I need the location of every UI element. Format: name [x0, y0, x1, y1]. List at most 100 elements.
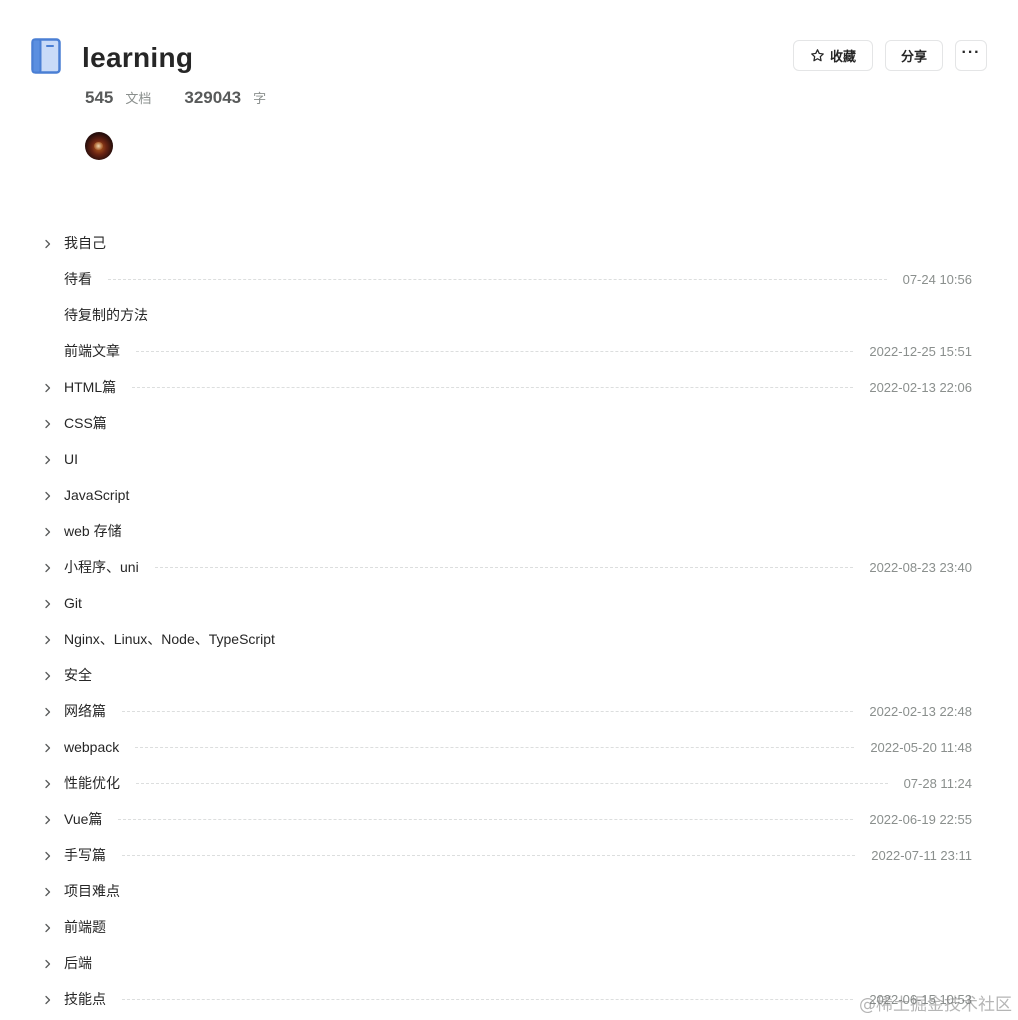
chevron-right-icon[interactable] [43, 489, 53, 501]
tree-item[interactable]: 网络篇 2022-02-13 22:48 [0, 693, 1018, 729]
dotted-leader [136, 350, 854, 352]
tree-item-label: webpack [64, 739, 120, 755]
collect-label: 收藏 [829, 49, 856, 64]
tree-item-content: UI [64, 441, 972, 477]
tree-item-content: Git [64, 585, 972, 621]
chevron-right-icon[interactable] [43, 957, 53, 969]
more-horizontal-icon: ··· [961, 43, 981, 61]
tree-item-label: 项目难点 [64, 883, 120, 899]
tree-item-content: 安全 [64, 657, 972, 693]
chevron-right-icon[interactable] [43, 381, 53, 393]
tree-item-content: 后端 [64, 945, 972, 981]
tree-item-content: 手写篇 2022-07-11 23:11 [64, 837, 972, 873]
chevron-right-icon[interactable] [43, 597, 53, 609]
tree-item-content: HTML篇 2022-02-13 22:06 [64, 369, 972, 405]
tree-item[interactable]: 性能优化 07-28 11:24 [0, 765, 1018, 801]
tree-item-content: Vue篇 2022-06-19 22:55 [64, 801, 972, 837]
book-icon [31, 38, 61, 74]
star-outline-icon [810, 48, 825, 63]
tree-item[interactable]: 前端文章 2022-12-25 15:51 [0, 333, 1018, 369]
word-count: 329043 [184, 88, 242, 107]
tree-item-label: 网络篇 [64, 703, 106, 719]
dotted-leader [122, 854, 856, 856]
tree-item[interactable]: 后端 [0, 945, 1018, 981]
tree-item-date: 2022-05-20 11:48 [870, 739, 972, 755]
chevron-right-icon[interactable] [43, 669, 53, 681]
chevron-right-icon[interactable] [43, 633, 53, 645]
tree-item-label: 前端文章 [64, 343, 120, 359]
tree-item-label: HTML篇 [64, 379, 117, 395]
dotted-leader [118, 818, 854, 820]
tree-item[interactable]: Vue篇 2022-06-19 22:55 [0, 801, 1018, 837]
chevron-right-icon[interactable] [43, 525, 53, 537]
dotted-leader [135, 746, 855, 748]
tree-item-label: Git [64, 595, 82, 611]
chevron-right-icon[interactable] [43, 237, 53, 249]
doc-count: 545 [85, 88, 114, 107]
chevron-right-icon[interactable] [43, 813, 53, 825]
chevron-right-icon[interactable] [43, 777, 53, 789]
tree-item-label: JavaScript [64, 487, 130, 503]
tree-item[interactable]: 手写篇 2022-07-11 23:11 [0, 837, 1018, 873]
tree-item[interactable]: web 存储 [0, 513, 1018, 549]
collect-button[interactable]: 收藏 [793, 40, 873, 71]
tree-item-label: Nginx、Linux、Node、TypeScript [64, 631, 275, 647]
doc-tree: 我自己待看 07-24 10:56 待复制的方法 前端文章 2022-12-25 15:… [0, 225, 1018, 1017]
tree-item-date: 07-24 10:56 [902, 271, 972, 287]
book-stats: 545 文档 329043 字 [85, 88, 266, 112]
tree-item[interactable]: HTML篇 2022-02-13 22:06 [0, 369, 1018, 405]
chevron-right-icon[interactable] [43, 741, 53, 753]
tree-item-content: 前端文章 2022-12-25 15:51 [64, 333, 972, 369]
chevron-right-icon[interactable] [43, 993, 53, 1005]
tree-item-label: 待看 [64, 271, 92, 287]
tree-item[interactable]: webpack 2022-05-20 11:48 [0, 729, 1018, 765]
share-button[interactable]: 分享 [885, 40, 943, 71]
chevron-right-icon[interactable] [43, 921, 53, 933]
tree-item-label: 安全 [64, 667, 92, 683]
tree-item-content: JavaScript [64, 477, 972, 513]
tree-item-content: 待复制的方法 [64, 297, 972, 333]
tree-item-content: 我自己 [64, 225, 972, 261]
tree-item-label: 性能优化 [64, 775, 120, 791]
tree-item[interactable]: 小程序、uni 2022-08-23 23:40 [0, 549, 1018, 585]
tree-item[interactable]: Nginx、Linux、Node、TypeScript [0, 621, 1018, 657]
tree-item-content: CSS篇 [64, 405, 972, 441]
tree-item-label: Vue篇 [64, 811, 103, 827]
doc-count-unit: 文档 [125, 91, 152, 106]
tree-item-label: 技能点 [64, 991, 106, 1007]
dotted-leader [136, 782, 888, 784]
chevron-right-icon[interactable] [43, 885, 53, 897]
tree-item[interactable]: 待看 07-24 10:56 [0, 261, 1018, 297]
tree-item[interactable]: 前端题 [0, 909, 1018, 945]
tree-item-label: 后端 [64, 955, 92, 971]
dotted-leader [122, 998, 854, 1000]
tree-item-date: 2022-12-25 15:51 [869, 343, 972, 359]
tree-item[interactable]: CSS篇 [0, 405, 1018, 441]
tree-item[interactable]: 待复制的方法 [0, 297, 1018, 333]
avatar[interactable] [85, 132, 113, 160]
tree-item-content: 小程序、uni 2022-08-23 23:40 [64, 549, 972, 585]
tree-item-label: CSS篇 [64, 415, 107, 431]
chevron-right-icon[interactable] [43, 849, 53, 861]
tree-item[interactable]: 项目难点 [0, 873, 1018, 909]
tree-item-date: 2022-06-19 22:55 [869, 811, 972, 827]
more-button[interactable]: ··· [955, 40, 987, 71]
share-label: 分享 [900, 49, 927, 64]
tree-item[interactable]: 我自己 [0, 225, 1018, 261]
chevron-right-icon[interactable] [43, 561, 53, 573]
chevron-right-icon[interactable] [43, 453, 53, 465]
tree-item[interactable]: 技能点 2022-06-15 10:53 [0, 981, 1018, 1017]
chevron-right-icon[interactable] [43, 417, 53, 429]
tree-item-date: 2022-02-13 22:48 [869, 703, 972, 719]
chevron-right-icon[interactable] [43, 705, 53, 717]
tree-item-label: 待复制的方法 [64, 307, 148, 323]
tree-item-content: 性能优化 07-28 11:24 [64, 765, 972, 801]
dotted-leader [132, 386, 854, 388]
dotted-leader [122, 710, 854, 712]
tree-item-date: 2022-08-23 23:40 [869, 559, 972, 575]
tree-item[interactable]: JavaScript [0, 477, 1018, 513]
tree-item[interactable]: UI [0, 441, 1018, 477]
tree-item[interactable]: Git [0, 585, 1018, 621]
tree-item[interactable]: 安全 [0, 657, 1018, 693]
tree-item-label: UI [64, 451, 78, 467]
